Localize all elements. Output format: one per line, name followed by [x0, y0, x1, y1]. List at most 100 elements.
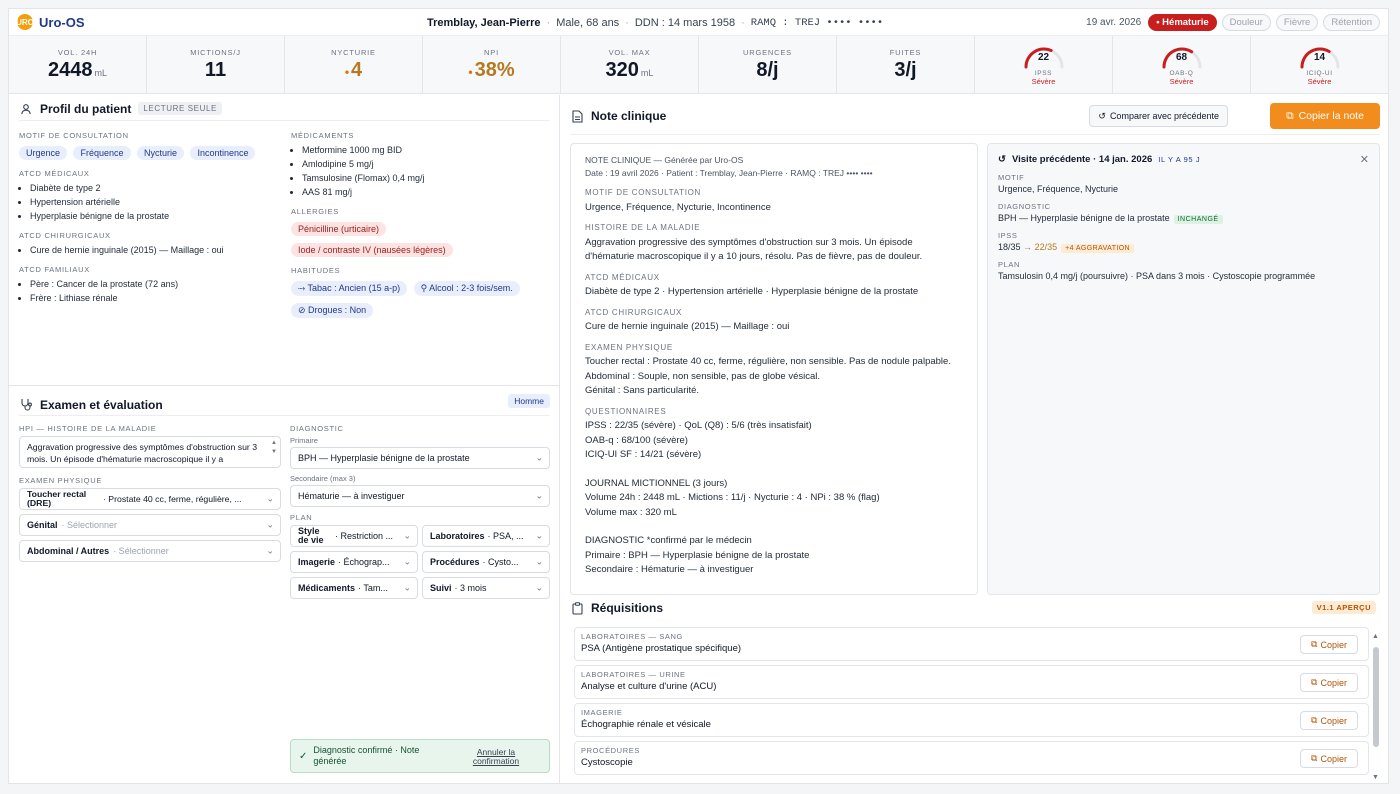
copy-requisition-button[interactable]: ⧉ Copier [1300, 749, 1358, 768]
preview-badge: V1.1 APERÇU [1311, 601, 1376, 614]
chevron-down-icon: ⌄ [266, 545, 274, 556]
top-header: URO Uro-OS Tremblay, Jean-Pierre · Male,… [9, 9, 1388, 36]
plan-suivi-select[interactable]: Suivi · 3 mois ⌄ [422, 577, 550, 599]
glass-icon: ⚲ [420, 283, 430, 293]
exam-col-right: DIAGNOSTIC Primaire BPH — Hyperplasie bé… [290, 424, 550, 599]
atcd-chir-list: Cure de hernie inguinale (2015) — Mailla… [19, 243, 281, 257]
metric-nycturie: NYCTURIE • 4 [285, 36, 423, 93]
copy-icon: ⧉ [1311, 639, 1318, 649]
copy-icon: ⧉ [1286, 109, 1294, 122]
close-icon[interactable]: ✕ [1360, 153, 1369, 166]
list-item: AAS 81 mg/j [302, 185, 553, 199]
plan-style-vie-select[interactable]: Style de vie · Restriction ... ⌄ [290, 525, 418, 547]
chevron-down-icon: ⌄ [403, 530, 411, 541]
requisition-item: LABORATOIRES — SANG PSA (Antigène prosta… [574, 627, 1369, 661]
chevron-down-icon: ⌄ [535, 530, 543, 541]
chip-fievre[interactable]: Fièvre [1275, 14, 1319, 31]
allergy-pill: Pénicilline (urticaire) [291, 222, 387, 236]
plan-medicaments-select[interactable]: Médicaments · Tam... ⌄ [290, 577, 418, 599]
list-item: Hyperplasie bénigne de la prostate [30, 209, 281, 223]
exam-dre-select[interactable]: Toucher rectal (DRE) · Prostate 40 cc, f… [19, 488, 281, 510]
gauge-oabq[interactable]: 68 OAB-Q Sévère [1113, 36, 1251, 93]
plan-grid: Style de vie · Restriction ... ⌄ Laboratoi… [290, 525, 550, 599]
sex-badge: Homme [508, 394, 550, 408]
copy-requisition-button[interactable]: ⧉ Copier [1300, 673, 1358, 692]
metrics-bar: VOL. 24H 2448 mL MICTIONS/J 11 NYCTURIE •… [9, 36, 1388, 94]
exam-header: Examen et évaluation Homme [19, 394, 550, 416]
left-column: Profil du patient LECTURE SEULE MOTIF DE… [9, 95, 560, 783]
patient-ddn: DDN : 14 mars 1958 [634, 16, 736, 29]
check-icon: ✓ [299, 750, 308, 762]
diagnosis-confirmed-banner: ✓ Diagnostic confirmé · Note générée Ann… [290, 739, 550, 773]
note-title: Note clinique [591, 109, 667, 123]
gauge-ipss[interactable]: 22 IPSS Sévère [975, 36, 1113, 93]
motif-pill: Urgence [19, 146, 68, 160]
diagnosis-secondary-select[interactable]: Hématurie — à investiguer ⌄ [290, 485, 550, 507]
logo-icon: URO [16, 14, 34, 30]
scroll-up-icon[interactable]: ▲ [1372, 633, 1379, 640]
profile-header: Profil du patient LECTURE SEULE [19, 101, 550, 121]
list-item: Tamsulosine (Flomax) 0,4 mg/j [302, 171, 553, 185]
list-item: Cure de hernie inguinale (2015) — Mailla… [30, 243, 281, 257]
chevron-down-icon: ⌄ [266, 493, 274, 504]
list-item: Diabète de type 2 [30, 181, 281, 195]
textarea-scroll-icon[interactable]: ▲ ▼ [271, 439, 277, 457]
plan-imagerie-select[interactable]: Imagerie · Échograp... ⌄ [290, 551, 418, 573]
clinical-note-text[interactable]: NOTE CLINIQUE — Générée par Uro-OS Date … [570, 143, 978, 595]
list-item: Hypertension artérielle [30, 195, 281, 209]
unchanged-badge: INCHANGÉ [1173, 215, 1223, 224]
copy-requisition-button[interactable]: ⧉ Copier [1300, 711, 1358, 730]
profile-col-left: MOTIF DE CONSULTATION Urgence Fréquence … [19, 131, 281, 305]
read-only-tag: LECTURE SEULE [138, 102, 222, 115]
copy-note-button[interactable]: ⧉ Copier la note [1270, 103, 1380, 129]
chevron-down-icon: ⌄ [403, 582, 411, 593]
profile-col-right: MÉDICAMENTS Metformine 1000 mg BID Amlod… [291, 131, 553, 319]
document-icon [570, 109, 584, 123]
patient-sex-age: Male, 68 ans [556, 16, 620, 29]
chevron-down-icon: ⌄ [535, 556, 543, 567]
chevron-down-icon: ⌄ [266, 519, 274, 530]
habit-pill-alcool: ⚲ Alcool : 2-3 fois/sem. [413, 281, 520, 296]
app-logo[interactable]: URO Uro-OS [16, 14, 85, 30]
scroll-down-icon[interactable]: ▼ [1372, 774, 1379, 781]
motif-pill: Nycturie [136, 146, 184, 160]
exam-abdominal-select[interactable]: Abdominal / Autres · Sélectionner ⌄ [19, 540, 281, 562]
undo-confirmation-link[interactable]: Annuler la confirmation [467, 748, 525, 766]
metric-fuites: FUITES 3/j [837, 36, 975, 93]
app-name: Uro-OS [39, 14, 85, 30]
plan-procedures-select[interactable]: Procédures · Cysto... ⌄ [422, 551, 550, 573]
habit-pill-drogues: ⊘ Drogues : Non [291, 303, 374, 318]
history-icon: ↺ [1098, 110, 1106, 121]
list-item: Amlodipine 5 mg/j [302, 157, 553, 171]
scrollbar-thumb[interactable] [1373, 647, 1379, 747]
diagnosis-primary-select[interactable]: BPH — Hyperplasie bénigne de la prostate… [290, 447, 550, 469]
requisition-item: LABORATOIRES — URINE Analyse et culture … [574, 665, 1369, 699]
list-item: Père : Cancer de la prostate (72 ans) [30, 277, 281, 291]
smoke-icon: ⤑ [298, 283, 308, 293]
exam-genital-select[interactable]: Génital · Sélectionner ⌄ [19, 514, 281, 536]
chip-retention[interactable]: Rétention [1323, 14, 1380, 31]
metric-npi: NPI • 38% [423, 36, 561, 93]
meds-list: Metformine 1000 mg BID Amlodipine 5 mg/j… [291, 143, 553, 199]
exam-panel: Examen et évaluation Homme HPI — HISTOIR… [9, 385, 560, 783]
visit-date: 19 avr. 2026 [1086, 17, 1142, 28]
atcd-med-list: Diabète de type 2 Hypertension artériell… [19, 181, 281, 223]
copy-icon: ⧉ [1311, 753, 1318, 763]
chip-douleur[interactable]: Douleur [1221, 14, 1271, 31]
patient-ramq: RAMQ : TREJ •••• •••• [750, 16, 884, 29]
chevron-down-icon: ⌄ [535, 490, 543, 501]
copy-icon: ⧉ [1311, 715, 1318, 725]
note-header: Note clinique ↺ Comparer avec précédente… [570, 101, 1380, 135]
copy-requisition-button[interactable]: ⧉ Copier [1300, 635, 1358, 654]
gauge-iciq[interactable]: 14 ICIQ-UI Sévère [1251, 36, 1388, 93]
allergy-pill: Iode / contraste IV (nausées légères) [291, 243, 453, 257]
metric-urgences: URGENCES 8/j [699, 36, 837, 93]
requisitions-scrollbar[interactable]: ▲ ▼ [1372, 633, 1379, 781]
motif-pills: Urgence Fréquence Nycturie Incontinence [19, 143, 281, 161]
chip-hematurie[interactable]: • Hématurie [1148, 14, 1217, 31]
compare-previous-button[interactable]: ↺ Comparer avec précédente [1089, 105, 1228, 127]
metric-volmax: VOL. MAX 320 mL [561, 36, 699, 93]
hpi-textarea[interactable]: Aggravation progressive des symptômes d'… [19, 436, 281, 468]
plan-laboratoires-select[interactable]: Laboratoires · PSA, ... ⌄ [422, 525, 550, 547]
patient-profile-panel: Profil du patient LECTURE SEULE MOTIF DE… [19, 101, 550, 381]
